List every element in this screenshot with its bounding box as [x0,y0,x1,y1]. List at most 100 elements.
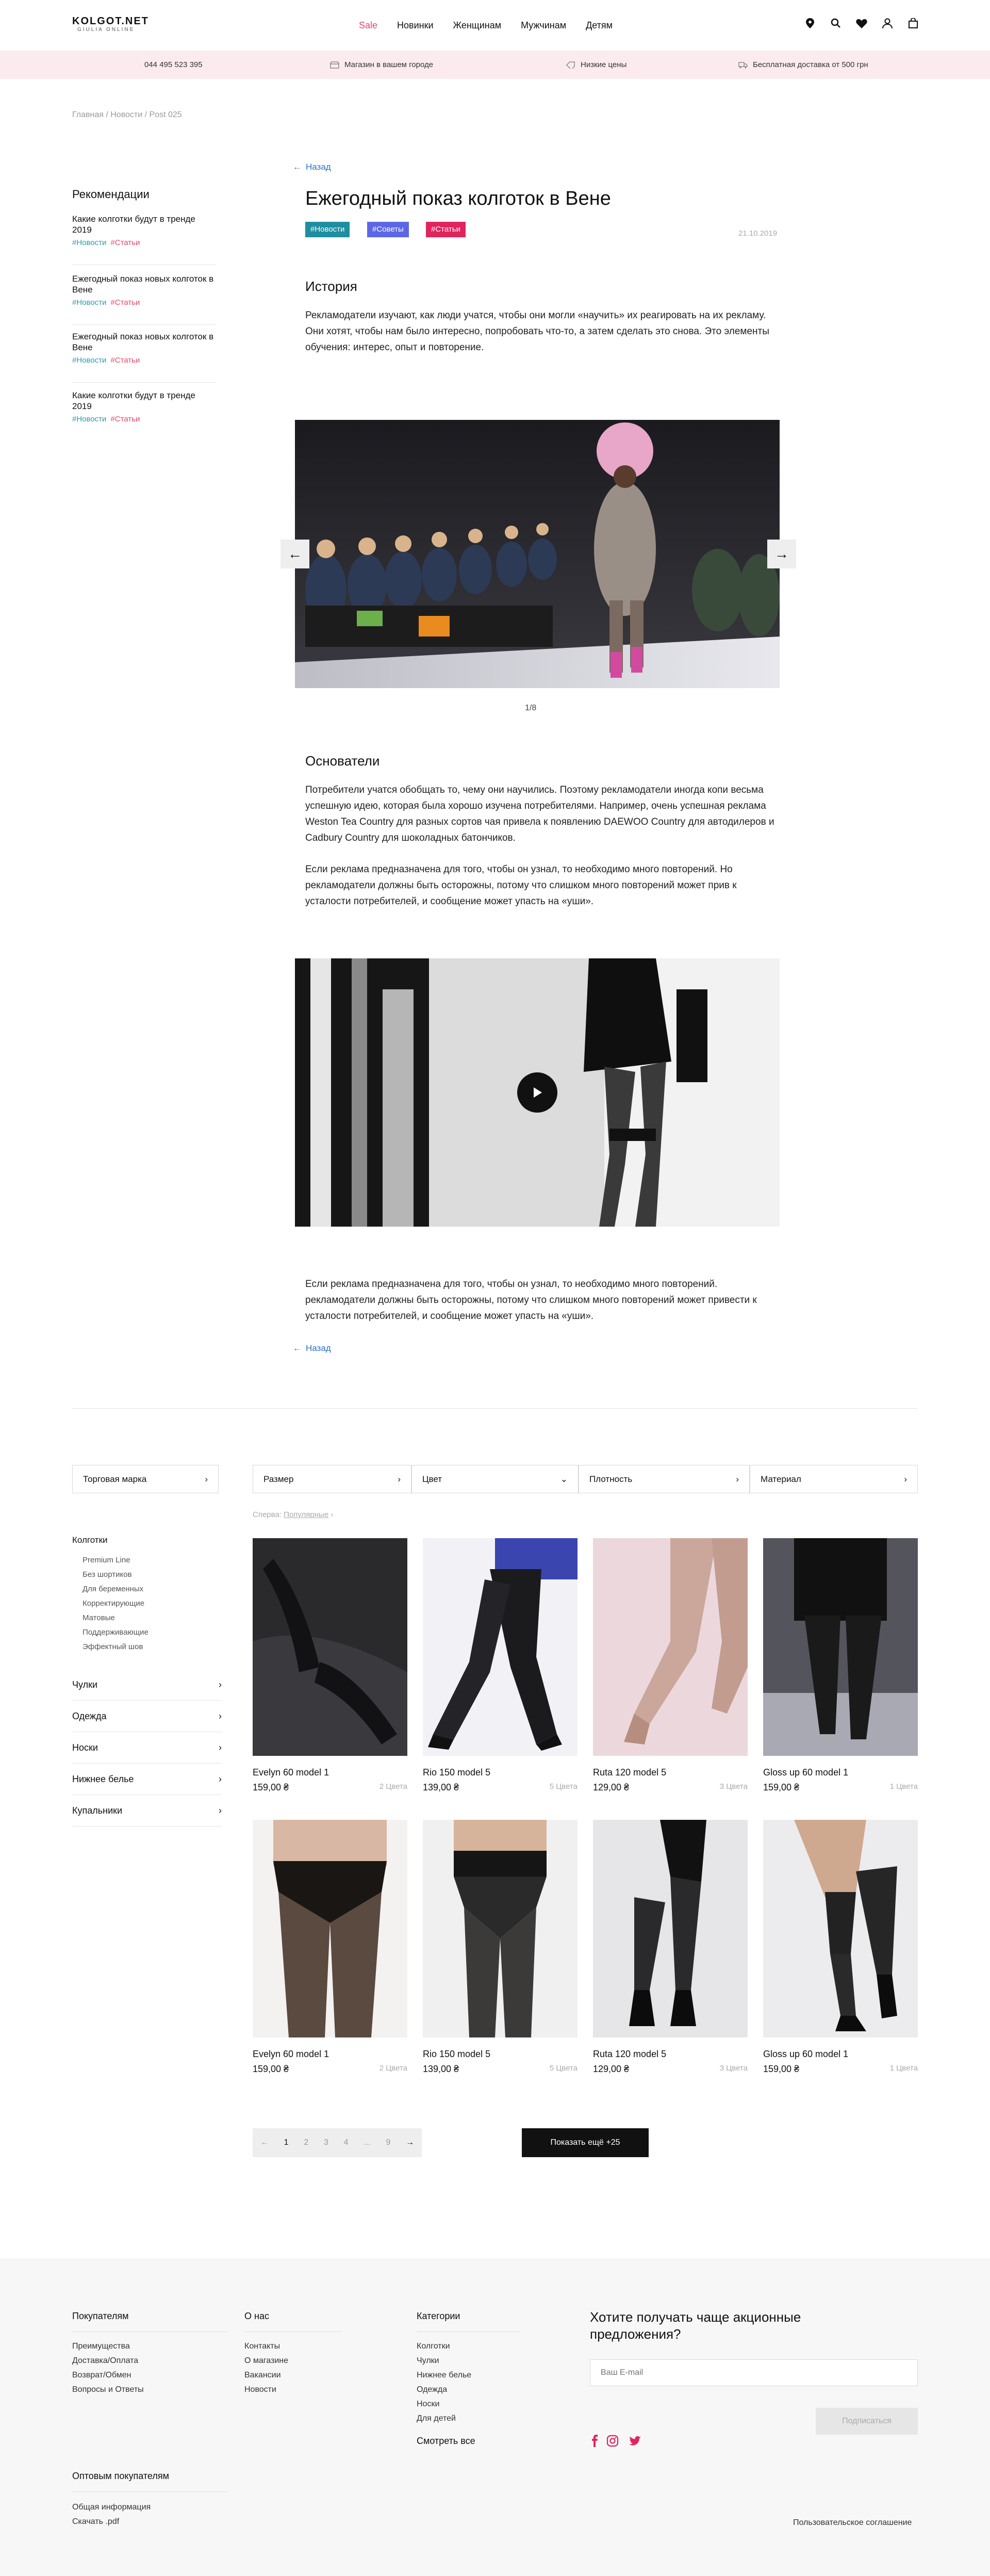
filter-material[interactable]: Материал › [750,1465,918,1493]
product-image[interactable] [253,1820,407,2037]
sort-value[interactable]: Популярные [284,1510,328,1519]
badge-tips[interactable]: #Советы [367,222,409,237]
footer-link[interactable]: Вопросы и Ответы [72,2385,144,2394]
product-image[interactable] [253,1538,407,1756]
instagram-icon[interactable] [606,2435,619,2447]
product-card[interactable]: Gloss up 60 model 1 159,00 ₴ 1 Цвета [763,1538,918,1793]
stores-link[interactable]: Магазин в вашем городе [330,51,433,79]
footer-link[interactable]: Колготки [417,2342,450,2351]
tag-articles[interactable]: #Статьи [110,356,140,365]
product-card[interactable]: Ruta 120 model 5 129,00 ₴ 3 Цвета [593,1538,748,1793]
filter-color[interactable]: Цвет ⌄ [411,1465,579,1493]
nav-men[interactable]: Мужчинам [521,20,566,31]
pager-page[interactable]: 1 [284,2138,289,2147]
user-agreement-link[interactable]: Пользовательское соглашение [793,2518,912,2528]
cart-bag-icon[interactable] [908,18,919,29]
product-name[interactable]: Rio 150 model 5 [423,2049,578,2060]
footer-link[interactable]: Нижнее белье [417,2371,471,2380]
nav-sale[interactable]: Sale [359,20,377,31]
product-name[interactable]: Rio 150 model 5 [423,1767,578,1778]
subcategory-link[interactable]: Без шортиков [82,1570,132,1579]
pager-page[interactable]: 2 [304,2138,308,2147]
tag-news[interactable]: #Новости [72,238,106,247]
product-image[interactable] [423,1538,578,1756]
product-name[interactable]: Evelyn 60 model 1 [253,1767,407,1778]
footer-link[interactable]: О магазине [244,2356,288,2366]
nav-women[interactable]: Женщинам [453,20,502,31]
product-card[interactable]: Rio 150 model 5 139,00 ₴ 5 Цвета [423,1820,578,2075]
sort-control[interactable]: Сперва: Популярные › [253,1510,333,1519]
footer-link[interactable]: Доставка/Оплата [72,2356,138,2366]
nav-new[interactable]: Новинки [397,20,434,31]
footer-link[interactable]: Носки [417,2400,439,2409]
see-all-link[interactable]: Смотреть все [417,2436,475,2447]
slider-prev-button[interactable]: ← [280,540,309,568]
search-icon[interactable] [830,18,842,29]
filter-brand[interactable]: Торговая марка › [72,1465,219,1493]
breadcrumb[interactable]: Главная / Новости / Post 025 [72,110,182,120]
recommendation-item[interactable]: Ежегодный показ новых колготок в Вене #Н… [72,273,217,325]
category-stockings[interactable]: Чулки › [72,1669,222,1701]
product-card[interactable]: Evelyn 60 model 1 159,00 ₴ 2 Цвета [253,1820,407,2075]
product-image[interactable] [763,1820,918,2037]
tag-news[interactable]: #Новости [72,298,106,307]
footer-link[interactable]: Вакансии [244,2371,281,2380]
subcategory-link[interactable]: Корректирующие [82,1599,144,1608]
slider-next-button[interactable]: → [767,540,796,568]
email-field[interactable] [590,2359,918,2386]
footer-link[interactable]: Возврат/Обмен [72,2371,131,2380]
pager-next-button[interactable]: → [406,2138,414,2147]
show-more-button[interactable]: Показать ещё +25 [522,2128,649,2157]
product-image[interactable] [423,1820,578,2037]
product-name[interactable]: Gloss up 60 model 1 [763,2049,918,2060]
product-card[interactable]: Ruta 120 model 5 129,00 ₴ 3 Цвета [593,1820,748,2075]
product-name[interactable]: Ruta 120 model 5 [593,1767,748,1778]
category-tights[interactable]: Колготки [72,1535,108,1545]
category-swimwear[interactable]: Купальники › [72,1795,222,1827]
back-link[interactable]: ← Назад [293,1343,331,1354]
product-image[interactable] [593,1538,748,1756]
location-pin-icon[interactable] [804,18,816,29]
product-card[interactable]: Rio 150 model 5 139,00 ₴ 5 Цвета [423,1538,578,1793]
tag-news[interactable]: #Новости [72,415,106,423]
filter-size[interactable]: Размер › [253,1465,411,1493]
pager-page[interactable]: 3 [324,2138,328,2147]
user-icon[interactable] [882,18,893,29]
play-button[interactable] [517,1072,557,1113]
footer-link[interactable]: Новости [244,2385,276,2394]
subscribe-button[interactable]: Подписаться [816,2408,918,2435]
category-clothing[interactable]: Одежда › [72,1701,222,1732]
heart-icon[interactable] [856,18,867,29]
subcategory-link[interactable]: Матовые [82,1613,115,1622]
product-card[interactable]: Gloss up 60 model 1 159,00 ₴ 1 Цвета [763,1820,918,2075]
product-name[interactable]: Ruta 120 model 5 [593,2049,748,2060]
badge-news[interactable]: #Новости [305,222,350,237]
subcategory-link[interactable]: Premium Line [82,1556,130,1564]
tag-news[interactable]: #Новости [72,356,106,365]
pager-page[interactable]: 9 [386,2138,390,2147]
product-name[interactable]: Evelyn 60 model 1 [253,2049,407,2060]
tag-articles[interactable]: #Статьи [110,415,140,423]
pager-prev-button[interactable]: ← [260,2138,269,2147]
video-player[interactable] [295,958,780,1227]
product-name[interactable]: Gloss up 60 model 1 [763,1767,918,1778]
logo[interactable]: KOLGOT.NET GIULIA ONLINE [72,15,149,33]
category-socks[interactable]: Носки › [72,1732,222,1764]
tag-articles[interactable]: #Статьи [110,298,140,307]
footer-link[interactable]: Преимущества [72,2342,130,2351]
back-link[interactable]: ← Назад [293,162,331,172]
facebook-icon[interactable] [589,2435,601,2447]
recommendation-item[interactable]: Какие колготки будут в тренде 2019 #Ново… [72,390,217,434]
category-underwear[interactable]: Нижнее белье › [72,1764,222,1795]
filter-density[interactable]: Плотность › [579,1465,750,1493]
twitter-icon[interactable] [629,2435,641,2447]
footer-link[interactable]: Скачать .pdf [72,2517,119,2526]
recommendation-item[interactable]: Ежегодный показ новых колготок в Вене #Н… [72,331,217,383]
pager-page[interactable]: 4 [344,2138,349,2147]
nav-kids[interactable]: Детям [586,20,613,31]
subcategory-link[interactable]: Эффектный шов [82,1642,143,1651]
product-image[interactable] [763,1538,918,1756]
footer-link[interactable]: Чулки [417,2356,439,2366]
product-image[interactable] [593,1820,748,2037]
footer-link[interactable]: Контакты [244,2342,280,2351]
